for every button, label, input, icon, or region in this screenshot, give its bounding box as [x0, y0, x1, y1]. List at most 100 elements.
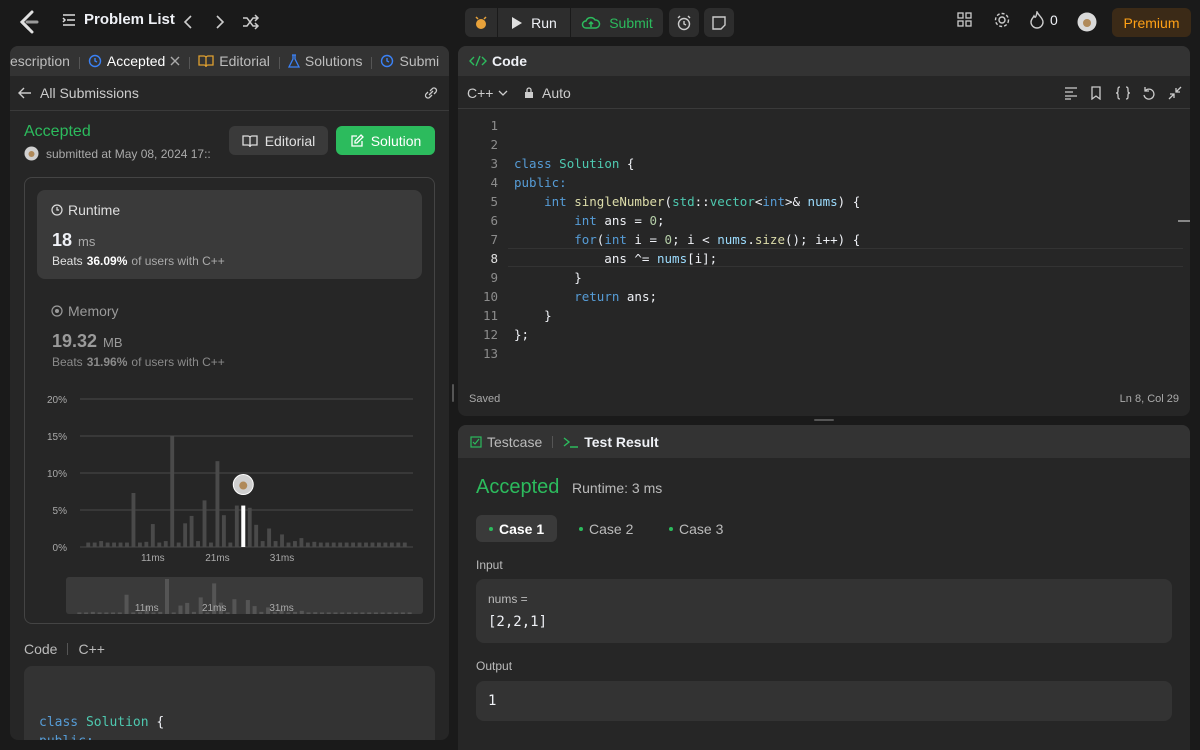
all-submissions-link[interactable]: All Submissions: [18, 85, 139, 101]
case-1-pass-dot: [489, 526, 493, 531]
code-editor-panel: Code C++ Auto 1 2 3 4 5 6 7 8 9 10 11 12 13 class So…: [458, 46, 1190, 416]
collapse-icon[interactable]: [1168, 86, 1182, 100]
overview-bar: [340, 612, 345, 614]
overview-bar: [164, 579, 170, 614]
problem-list-label: Problem List: [84, 11, 175, 28]
tab-description[interactable]: escription: [10, 53, 79, 69]
solution-button[interactable]: Solution: [336, 126, 435, 155]
case-1-label: Case 1: [499, 520, 545, 537]
tab-submissions-label: Submi: [399, 53, 440, 69]
case-1-tab[interactable]: Case 1: [476, 515, 558, 542]
code-brackets-icon: [469, 55, 487, 67]
auto-mode[interactable]: Auto: [524, 85, 571, 101]
reset-icon[interactable]: [1142, 86, 1156, 100]
line-number: 5: [490, 194, 498, 209]
left-tab-bar: escription Accepted Editorial Solutions …: [10, 46, 449, 76]
code-line-7-kw2: int: [604, 232, 627, 247]
tab-solutions[interactable]: Solutions: [278, 53, 372, 69]
overview-bar: [400, 612, 405, 614]
language-select[interactable]: C++: [467, 85, 508, 101]
chart-bar: [318, 542, 323, 547]
line-number: 11: [482, 308, 498, 323]
line-number: 10: [482, 289, 498, 304]
share-link-icon[interactable]: [423, 86, 439, 100]
chart-bar: [125, 542, 129, 547]
chart-bar: [163, 541, 168, 547]
chart-bar: [99, 541, 104, 547]
overview-bar: [326, 612, 331, 614]
chart-bar: [396, 542, 401, 547]
code-lang: C++: [78, 641, 105, 657]
code-line-5-var: nums: [807, 194, 838, 209]
notes-button[interactable]: [704, 8, 734, 37]
chart-bar: [389, 542, 394, 547]
bookmark-icon[interactable]: [1090, 86, 1102, 100]
leetcode-logo-icon[interactable]: [18, 10, 40, 34]
chart-bar: [105, 542, 110, 547]
tab-submissions[interactable]: Submi: [371, 53, 448, 69]
shuffle-icon[interactable]: [242, 12, 260, 32]
editor-header: Code: [458, 46, 1190, 76]
timer-button[interactable]: [669, 8, 699, 37]
y-tick-label: 10%: [47, 469, 67, 480]
run-button[interactable]: Run: [498, 8, 570, 37]
line-number: 7: [490, 232, 498, 247]
play-icon: [511, 16, 523, 30]
horizontal-resize-handle[interactable]: [814, 419, 834, 421]
chart-bar: [228, 542, 233, 547]
problem-list-button[interactable]: Problem List: [62, 11, 175, 28]
case-2-tab[interactable]: Case 2: [566, 515, 646, 542]
tab-accepted[interactable]: Accepted: [78, 53, 189, 69]
code-preview[interactable]: class Solution { public:: [24, 666, 435, 740]
editorial-button[interactable]: Editorial: [229, 126, 328, 155]
all-submissions-label: All Submissions: [40, 85, 139, 101]
settings-gear-icon[interactable]: [993, 11, 1011, 29]
braces-icon[interactable]: [1115, 86, 1131, 100]
input-box: nums = [2,2,1]: [476, 579, 1172, 643]
chart-bar: [92, 542, 97, 547]
runtime-card[interactable]: Runtime 18 ms Beats 36.09% of users with…: [37, 190, 422, 279]
streak-counter[interactable]: 0: [1030, 11, 1058, 29]
overview-x-tick-label: 31ms: [269, 603, 293, 614]
overview-bar: [360, 612, 365, 614]
chart-bar: [267, 528, 272, 547]
overview-bar: [104, 612, 109, 614]
overview-bar: [117, 612, 122, 614]
memory-card[interactable]: Memory 19.32 MB Beats 31.96% of users wi…: [37, 291, 422, 371]
overview-bar: [367, 612, 372, 614]
code-preview-line-2: public:: [39, 732, 94, 740]
runtime-distribution-chart[interactable]: 20% 15% 10% 5% 0% 11ms 21ms 31ms 11ms 21ms 31ms: [25, 374, 434, 624]
close-tab-icon[interactable]: [170, 56, 180, 66]
tab-editorial[interactable]: Editorial: [189, 53, 279, 69]
format-icon[interactable]: [1064, 86, 1078, 100]
stats-card: Runtime 18 ms Beats 36.09% of users with…: [24, 177, 435, 624]
tab-test-result[interactable]: Test Result: [553, 434, 668, 450]
memory-unit: MB: [103, 335, 123, 350]
submit-button[interactable]: Submit: [571, 8, 663, 37]
runtime-value-row: 18 ms: [52, 230, 95, 251]
layout-grid-icon[interactable]: [957, 11, 973, 29]
prev-problem-icon[interactable]: [182, 12, 194, 32]
chart-bar: [273, 541, 278, 547]
debug-button[interactable]: [465, 8, 497, 37]
line-number: 4: [490, 175, 498, 190]
chart-bar: [312, 541, 317, 547]
vertical-resize-handle[interactable]: [452, 384, 454, 402]
code-area[interactable]: class Solution { public: int singleNumbe…: [514, 116, 1164, 376]
avatar[interactable]: [1077, 12, 1097, 32]
tab-testcase[interactable]: Testcase: [458, 434, 552, 450]
chart-bar: [183, 523, 188, 547]
premium-button[interactable]: Premium: [1112, 8, 1191, 37]
line-number: 1: [490, 118, 498, 133]
overview-bar: [111, 612, 116, 614]
next-problem-icon[interactable]: [214, 12, 226, 32]
overview-bar: [191, 611, 196, 614]
case-3-tab[interactable]: Case 3: [656, 515, 736, 542]
code-line-5-ty: vector: [709, 194, 755, 209]
code-preview-line-1: class Solution {: [39, 715, 165, 730]
runtime-beats-suffix: of users with C++: [131, 254, 225, 268]
tab-solutions-label: Solutions: [304, 53, 363, 69]
overview-bar: [185, 602, 190, 614]
memory-value-row: 19.32 MB: [52, 331, 123, 352]
chart-bar: [364, 542, 368, 547]
